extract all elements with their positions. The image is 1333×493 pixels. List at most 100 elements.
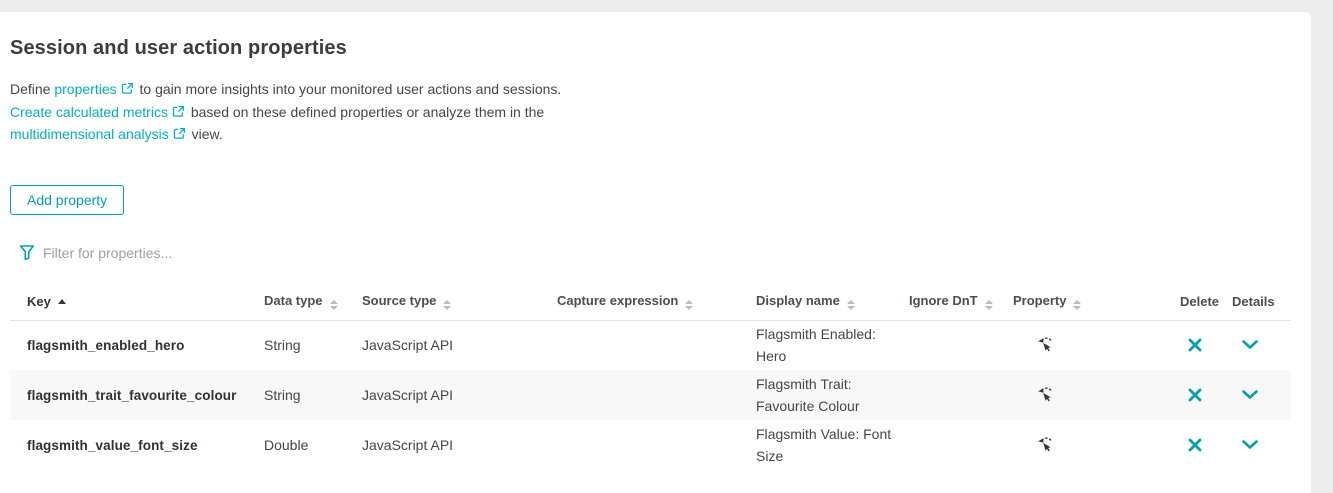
link-label: properties [54,81,116,97]
column-header-capture-expression[interactable]: Capture expression [557,285,756,321]
display-name-cell: Flagsmith Value: Font Size [756,420,909,470]
x-icon [1188,338,1202,352]
properties-table: Key Data type Source type Capture expres… [10,285,1291,471]
x-icon [1188,388,1202,402]
description-text: based on these defined properties or ana… [187,104,544,120]
chevron-down-icon [1242,440,1258,450]
table-body: flagsmith_enabled_hero String JavaScript… [10,320,1291,470]
details-expand-button[interactable] [1240,388,1260,402]
sort-arrows-icon [685,300,693,310]
description-text: Define [10,81,54,97]
external-link-icon [121,82,134,95]
data-type-cell: String [264,370,362,420]
capture-expression-cell [557,320,756,370]
table-row: flagsmith_trait_favourite_colour String … [10,370,1291,420]
details-expand-button[interactable] [1240,338,1260,352]
properties-link[interactable]: properties [54,81,135,97]
description-line: Define properties to gain more insights … [10,78,1311,101]
column-header-ignore-dnt[interactable]: Ignore DnT [909,285,1013,321]
ignore-dnt-cell [909,320,1013,370]
caret-up-icon [58,299,66,304]
display-name-text: Flagsmith Enabled: Hero [756,323,892,367]
description-text: to gain more insights into your monitore… [136,81,562,97]
external-link-icon [173,127,186,140]
description-line: multidimensional analysis view. [10,123,1311,146]
column-label: Property [1013,293,1066,308]
display-name-cell: Flagsmith Trait: Favourite Colour [756,370,909,420]
ignore-dnt-cell [909,370,1013,420]
table-row: flagsmith_value_font_size Double JavaScr… [10,420,1291,470]
column-header-details: Details [1232,285,1291,321]
data-type-cell: Double [264,420,362,470]
delete-button[interactable] [1186,386,1204,404]
column-label: Ignore DnT [909,293,978,308]
sort-arrows-icon [1073,300,1081,310]
delete-button[interactable] [1186,436,1204,454]
filter-bar [10,243,1311,263]
details-cell [1232,420,1291,470]
delete-cell [1180,420,1232,470]
details-cell [1232,370,1291,420]
chevron-down-icon [1242,390,1258,400]
filter-input[interactable] [43,245,463,261]
sort-arrows-icon [443,300,451,310]
sort-arrows-icon [847,300,855,310]
column-header-property[interactable]: Property [1013,285,1180,321]
key-cell: flagsmith_value_font_size [10,420,264,470]
x-icon [1188,438,1202,452]
delete-cell [1180,370,1232,420]
table-header-row: Key Data type Source type Capture expres… [10,285,1291,321]
page: { "colors": { "accent_teal": "#00a1b2", … [0,0,1333,493]
details-expand-button[interactable] [1240,438,1260,452]
sort-arrows-icon [330,300,338,310]
column-header-display-name[interactable]: Display name [756,285,909,321]
capture-expression-cell [557,420,756,470]
delete-cell [1180,320,1232,370]
property-cell [1013,370,1180,420]
description-text: view. [188,126,223,142]
source-type-cell: JavaScript API [362,370,557,420]
external-link-icon [172,105,185,118]
column-header-key[interactable]: Key [10,285,264,321]
user-action-icon [1035,435,1053,453]
property-cell [1013,320,1180,370]
property-cell [1013,420,1180,470]
user-action-icon [1035,385,1053,403]
details-cell [1232,320,1291,370]
link-label: Create calculated metrics [10,104,168,120]
create-calculated-metrics-link[interactable]: Create calculated metrics [10,104,187,120]
table-header: Key Data type Source type Capture expres… [10,285,1291,321]
funnel-icon [20,245,34,260]
key-cell: flagsmith_enabled_hero [10,320,264,370]
column-label: Source type [362,293,436,308]
column-header-data-type[interactable]: Data type [264,285,362,321]
column-header-delete: Delete [1180,285,1232,321]
user-action-icon [1035,335,1053,353]
capture-expression-cell [557,370,756,420]
add-property-button[interactable]: Add property [10,185,124,215]
column-header-source-type[interactable]: Source type [362,285,557,321]
column-label: Display name [756,293,840,308]
table-row: flagsmith_enabled_hero String JavaScript… [10,320,1291,370]
display-name-cell: Flagsmith Enabled: Hero [756,320,909,370]
description-line: Create calculated metrics based on these… [10,101,1311,124]
column-label: Capture expression [557,293,678,308]
chevron-down-icon [1242,340,1258,350]
column-label: Delete [1180,294,1219,309]
link-label: multidimensional analysis [10,126,169,142]
column-label: Key [27,294,51,309]
page-title: Session and user action properties [10,37,1311,60]
sort-arrows-icon [985,300,993,310]
multidimensional-analysis-link[interactable]: multidimensional analysis [10,126,188,142]
ignore-dnt-cell [909,420,1013,470]
content-card: Session and user action properties Defin… [0,12,1311,493]
column-label: Data type [264,293,323,308]
description: Define properties to gain more insights … [10,78,1311,146]
data-type-cell: String [264,320,362,370]
source-type-cell: JavaScript API [362,320,557,370]
column-label: Details [1232,294,1275,309]
display-name-text: Flagsmith Value: Font Size [756,423,892,467]
delete-button[interactable] [1186,336,1204,354]
key-cell: flagsmith_trait_favourite_colour [10,370,264,420]
display-name-text: Flagsmith Trait: Favourite Colour [756,373,892,417]
